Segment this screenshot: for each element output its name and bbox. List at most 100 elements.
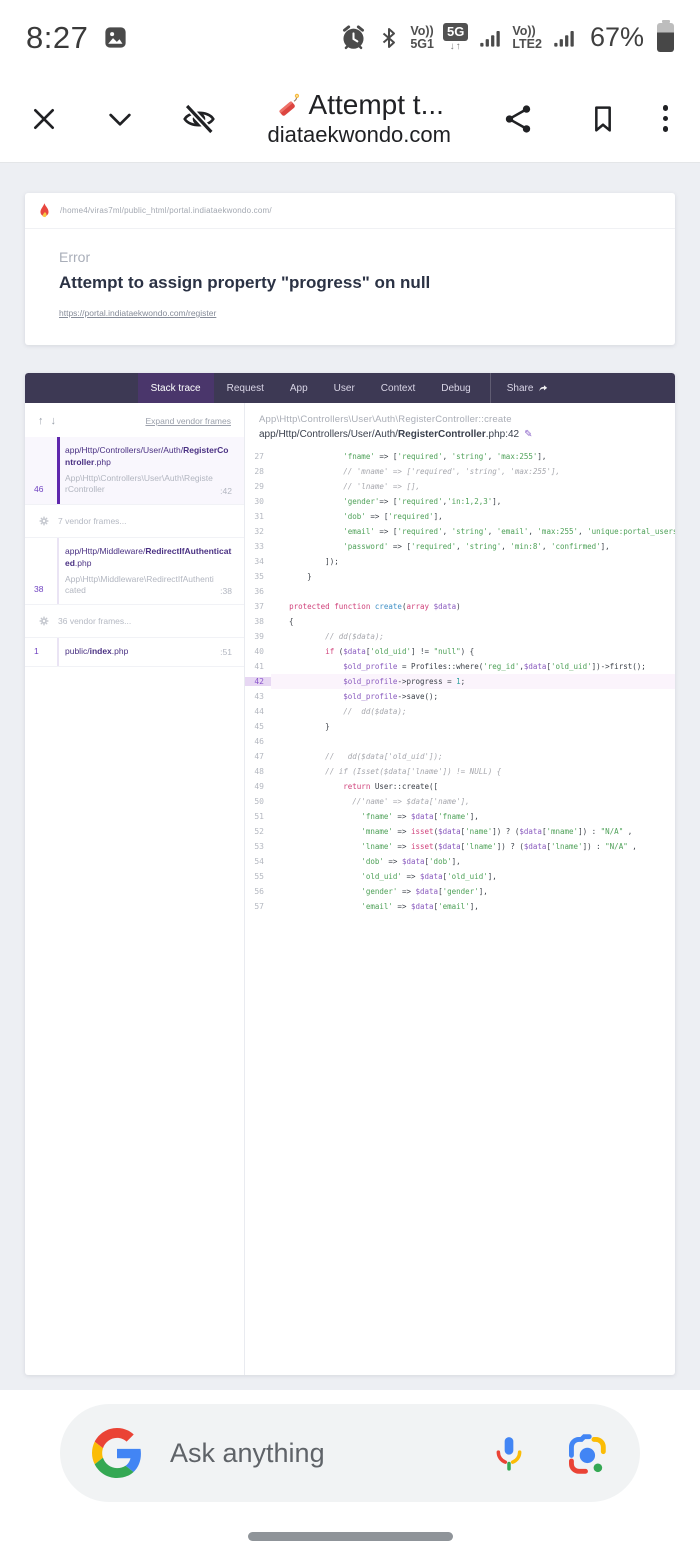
line-number: 27 [245,452,271,461]
code-line-40: 40 if ($data['old_uid'] != "null") { [245,644,675,659]
frame-file-path: public/index.php [65,646,128,658]
edit-pencil-icon[interactable]: ✎ [524,429,532,440]
tab-context[interactable]: Context [368,373,428,403]
line-number: 31 [245,512,271,521]
share-forward-icon [538,383,549,394]
code-line-39: 39 // dd($data); [245,629,675,644]
line-content: 'fname' => ['required', 'string', 'max:2… [271,449,675,464]
eye-off-icon[interactable] [174,94,224,144]
line-number: 41 [245,662,271,671]
error-page: /home4/viras7ml/public_html/portal.india… [0,163,700,1390]
line-content: // dd($data); [271,629,675,644]
line-number: 55 [245,872,271,881]
stack-frame-redirectifauthenticated[interactable]: 38app/Http/Middleware/RedirectIfAuthenti… [25,538,244,606]
bluetooth-icon [377,25,401,51]
expand-vendor-frames-link[interactable]: Expand vendor frames [145,416,231,426]
collapse-chevron-button[interactable] [98,97,142,141]
line-number: 46 [245,737,271,746]
code-line-34: 34 ]); [245,554,675,569]
google-lens-icon[interactable] [563,1431,608,1476]
code-line-27: 27 'fname' => ['required', 'string', 'ma… [245,449,675,464]
line-content: { [271,614,675,629]
frame-line-number: :42 [220,486,232,496]
vendor-frames-label: 7 vendor frames... [58,516,127,526]
code-line-45: 45 } [245,719,675,734]
line-number: 39 [245,632,271,641]
line-content: 'dob' => $data['dob'], [271,854,675,869]
tab-request[interactable]: Request [214,373,277,403]
code-line-29: 29 // 'lname' => [], [245,479,675,494]
line-number: 45 [245,722,271,731]
frame-number: 38 [34,584,43,594]
line-content: } [271,569,675,584]
frame-class-path: App\Http\Middleware\RedirectIfAuthentica… [65,574,214,597]
line-content: 'lname' => isset($data['lname']) ? ($dat… [271,839,675,854]
tab-share[interactable]: Share [490,373,563,403]
bookmark-button[interactable] [581,97,625,141]
line-content [271,584,675,599]
frame-number: 1 [34,646,39,656]
line-content: 'mname' => isset($data['name']) ? ($data… [271,824,675,839]
tab-app[interactable]: App [277,373,321,403]
code-line-50: 50 //'name' => $data['name'], [245,794,675,809]
line-content: 'gender' => $data['gender'], [271,884,675,899]
line-content: // dd($data); [271,704,675,719]
code-lines: 27 'fname' => ['required', 'string', 'ma… [245,449,675,1375]
voice-search-mic-icon[interactable] [489,1433,529,1473]
dynamite-favicon [275,92,302,119]
code-line-35: 35 } [245,569,675,584]
google-logo-icon [92,1428,142,1478]
bottom-search-area: Ask anything [0,1390,700,1556]
google-search-bar[interactable]: Ask anything [60,1404,640,1502]
sort-arrows-icon[interactable]: ↑ ↓ [38,415,58,427]
stack-frame-index[interactable]: 1public/index.php:51 [25,638,244,667]
close-tab-button[interactable] [22,97,66,141]
line-number: 56 [245,887,271,896]
tab-stack-trace[interactable]: Stack trace [138,373,214,403]
error-card: /home4/viras7ml/public_html/portal.india… [25,193,675,345]
frame-number: 46 [34,484,43,494]
code-line-38: 38 { [245,614,675,629]
line-number: 30 [245,497,271,506]
code-line-30: 30 'gender'=> ['required','in:1,2,3'], [245,494,675,509]
search-placeholder: Ask anything [170,1438,489,1469]
volte-5g-indicator: Vo)) 5G1 [410,25,434,50]
line-content: 'dob' => ['required'], [271,509,675,524]
stack-frame-registercontroller[interactable]: 46 app/Http/Controllers/User/Auth/Registe… [25,437,244,505]
line-number: 57 [245,902,271,911]
code-line-37: 37 protected function create(array $data… [245,599,675,614]
tab-user[interactable]: User [321,373,368,403]
tab-debug[interactable]: Debug [428,373,483,403]
frame-file-path: app/Http/Controllers/User/Auth/RegisterC… [65,445,232,469]
overflow-menu-button[interactable] [653,99,679,138]
gesture-navigation-handle[interactable] [248,1532,453,1541]
frame-class-path: App\Http\Controllers\User\Auth\RegisterC… [65,473,214,496]
line-number: 35 [245,572,271,581]
code-line-32: 32 'email' => ['required', 'string', 'em… [245,524,675,539]
line-number: 38 [245,617,271,626]
screenshot-notification-icon [102,24,129,51]
5g-network-badge: 5G ↓↑ [443,23,468,52]
code-line-48: 48 // if (Isset($data['lname']) != NULL)… [245,764,675,779]
frames-sidebar: ↑ ↓ Expand vendor frames 46 app/Http/Cont… [25,403,245,1375]
line-number: 53 [245,842,271,851]
line-number: 42 [245,677,271,686]
line-number: 54 [245,857,271,866]
line-number: 48 [245,767,271,776]
frame-file: app/Http/Controllers/User/Auth/RegisterC… [259,429,661,440]
vendor-frames-row[interactable]: 7 vendor frames... [25,505,244,538]
line-content: 'fname' => $data['fname'], [271,809,675,824]
request-url-link[interactable]: https://portal.indiataekwondo.com/regist… [59,308,216,318]
line-number: 33 [245,542,271,551]
exception-message: Attempt to assign property "progress" on… [59,273,641,293]
line-number: 51 [245,812,271,821]
line-content: $old_profile->progress = 1; [271,674,675,689]
line-number: 52 [245,827,271,836]
clock: 8:27 [26,20,88,56]
page-title-block[interactable]: Attempt t... diataekwondo.com [224,89,495,148]
share-button[interactable] [495,96,541,142]
stack-trace-card: Stack traceRequestAppUserContextDebugSha… [25,373,675,1375]
vendor-frames-row[interactable]: 36 vendor frames... [25,605,244,638]
code-line-33: 33 'password' => ['required', 'string', … [245,539,675,554]
line-content: 'gender'=> ['required','in:1,2,3'], [271,494,675,509]
